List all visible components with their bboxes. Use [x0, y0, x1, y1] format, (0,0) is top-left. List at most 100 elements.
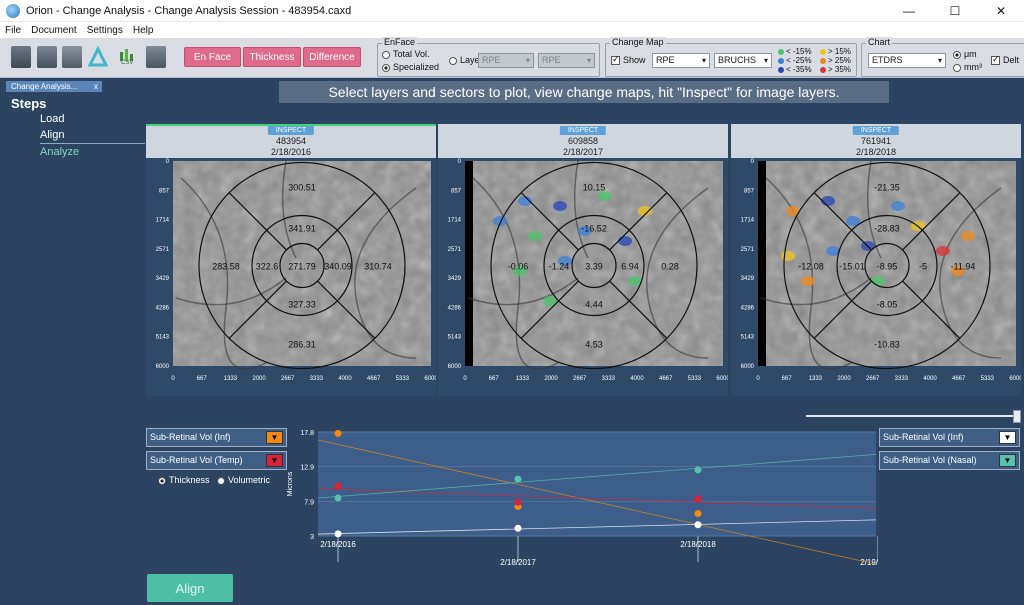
sector-value: -12.08	[798, 262, 824, 272]
axis-tick-y: 4286	[156, 305, 170, 311]
image-panel-1[interactable]: INSPECT 483954 2/18/2016 300.51 341.91 283.58…	[146, 124, 436, 396]
menu-help[interactable]: Help	[128, 25, 159, 36]
fundus-image: 10.15 -16.52 -0.06 -1.24 3.39 6.94 0.28 4.44 4.5…	[448, 159, 728, 382]
maximize-button[interactable]: ☐	[932, 0, 978, 22]
save-icon[interactable]	[37, 46, 57, 68]
enface-layer2-select[interactable]: RPE ▾	[538, 53, 595, 68]
mm3-radio[interactable]: mm³	[953, 62, 982, 72]
series-select-right-2[interactable]: Sub-Retinal Vol (Nasal) ▼	[879, 451, 1020, 470]
change-map-group: Change Map Show RPE ▾ BRUCHS ▾ < -15%< -25…	[605, 37, 857, 77]
change-map-blob	[961, 231, 975, 241]
total-vol-radio[interactable]: Total Vol.	[382, 49, 430, 59]
chart-y-tick: 17.8	[300, 430, 314, 437]
um-radio[interactable]: μm	[953, 49, 977, 59]
legend-item: > 25%	[820, 56, 851, 65]
series-select-right-1[interactable]: Sub-Retinal Vol (Inf) ▼	[879, 428, 1020, 447]
align-button[interactable]: Align	[147, 574, 233, 602]
csv-export-icon[interactable]: CSV	[118, 46, 138, 68]
image-icon[interactable]	[146, 46, 166, 68]
timeline-slider-handle[interactable]	[1013, 410, 1021, 423]
axis-tick-x: 4000	[923, 376, 937, 382]
thickness-label: Thickness	[169, 475, 210, 485]
image-panel-2[interactable]: INSPECT 609858 2/18/2017 10.15 -16.52 -0.06 -1…	[438, 124, 728, 396]
save-all-icon[interactable]	[62, 46, 82, 68]
axis-tick-x: 3333	[602, 376, 616, 382]
axis-tick-x: 6000	[716, 376, 728, 382]
series-label: Sub-Retinal Vol (Temp)	[150, 455, 243, 465]
step-align[interactable]: Align	[40, 127, 145, 143]
trend-chart[interactable]: 17.8 12.9 7.9 3 Microns 2/18/2016 2/18/2017 2/1…	[282, 424, 896, 567]
step-analyze[interactable]: Analyze	[40, 143, 145, 159]
en-face-button[interactable]: En Face	[184, 47, 241, 67]
chart-grid-select[interactable]: ETDRS ▾	[868, 53, 946, 68]
close-button[interactable]: ✕	[978, 0, 1024, 22]
menu-document[interactable]: Document	[26, 25, 82, 36]
chevron-down-icon: ▾	[701, 56, 706, 65]
delta-icon[interactable]	[87, 45, 109, 68]
chevron-down-icon[interactable]: ▼	[266, 454, 283, 467]
tab-close-icon[interactable]: x	[94, 81, 98, 92]
chevron-down-icon[interactable]: ▼	[999, 454, 1016, 467]
chart-point	[694, 510, 702, 518]
legend-swatch	[778, 48, 784, 55]
axis-tick-x: 2667	[573, 376, 587, 382]
inspect-button[interactable]: INSPECT	[559, 126, 607, 135]
sector-value: 327.33	[288, 300, 316, 310]
axis-tick-x: 0	[463, 376, 467, 382]
image-black-edge	[758, 161, 766, 366]
axis-tick-x: 1333	[516, 376, 530, 382]
difference-button[interactable]: Difference	[303, 47, 361, 67]
legend-item: > 35%	[820, 65, 851, 74]
axis-tick-y: 0	[458, 159, 462, 165]
chart-y-label: Microns	[287, 471, 294, 496]
chart-y-tick: 3	[310, 534, 314, 541]
change-map-layer2-select[interactable]: BRUCHS ▾	[714, 53, 772, 68]
radio-icon	[158, 476, 166, 485]
menu-file[interactable]: File	[0, 25, 26, 36]
thickness-button[interactable]: Thickness	[243, 47, 301, 67]
menu-settings[interactable]: Settings	[82, 25, 128, 36]
image-panel-3[interactable]: INSPECT 761941 2/18/2018 -21.35 -28.83 -12.08…	[731, 124, 1021, 396]
radio-icon	[382, 50, 390, 59]
scan-id: 761941	[860, 136, 892, 146]
sector-value: 4.53	[585, 340, 603, 350]
sector-value: 6.94	[621, 262, 639, 272]
axis-tick-x: 4667	[659, 376, 673, 382]
chevron-down-icon: ▾	[763, 56, 768, 65]
chart-grid-value: ETDRS	[872, 55, 903, 65]
sector-value: 271.79	[288, 262, 316, 272]
inspect-button[interactable]: INSPECT	[852, 126, 900, 135]
um-label: μm	[964, 49, 977, 59]
inspect-button[interactable]: INSPECT	[267, 126, 315, 135]
csv-label: CSV	[121, 60, 134, 66]
series-select-left-2[interactable]: Sub-Retinal Vol (Temp) ▼	[146, 451, 287, 470]
show-change-map-checkbox[interactable]: Show	[611, 54, 646, 66]
specialized-radio[interactable]: Specialized	[382, 62, 439, 72]
series-select-left-1[interactable]: Sub-Retinal Vol (Inf) ▼	[146, 428, 287, 447]
step-load[interactable]: Load	[40, 111, 145, 127]
chart-plot-area	[318, 432, 876, 536]
change-analysis-tab[interactable]: Change Analysis... x	[6, 81, 102, 92]
toolbar: CSV En Face Thickness Difference EnFace …	[0, 37, 1024, 78]
instruction-banner: Select layers and sectors to plot, view …	[279, 81, 889, 103]
open-folder-icon[interactable]	[11, 46, 31, 68]
chevron-down-icon[interactable]: ▼	[999, 431, 1016, 444]
delta-checkbox[interactable]: Delt	[991, 54, 1019, 66]
minimize-button[interactable]: —	[886, 0, 932, 22]
series-label: Sub-Retinal Vol (Inf)	[150, 432, 231, 442]
thickness-radio[interactable]: Thickness	[158, 475, 210, 485]
chart-y-tick: 12.9	[300, 464, 314, 471]
timeline-slider-track[interactable]	[806, 415, 1018, 417]
legend-label: < -35%	[786, 65, 812, 74]
volumetric-radio[interactable]: Volumetric	[217, 475, 270, 485]
legend-swatch	[820, 48, 826, 55]
chart-point	[514, 524, 522, 532]
change-map-layer1-select[interactable]: RPE ▾	[652, 53, 710, 68]
chevron-down-icon[interactable]: ▼	[266, 431, 283, 444]
chart-x-tick: 2/18/2016	[320, 540, 356, 549]
change-map-blob	[801, 276, 815, 286]
enface-group-title: EnFace	[382, 37, 418, 47]
legend-item: < -35%	[778, 65, 812, 74]
enface-layer1-select[interactable]: RPE ▾	[478, 53, 534, 68]
axis-tick-x: 5333	[396, 376, 410, 382]
